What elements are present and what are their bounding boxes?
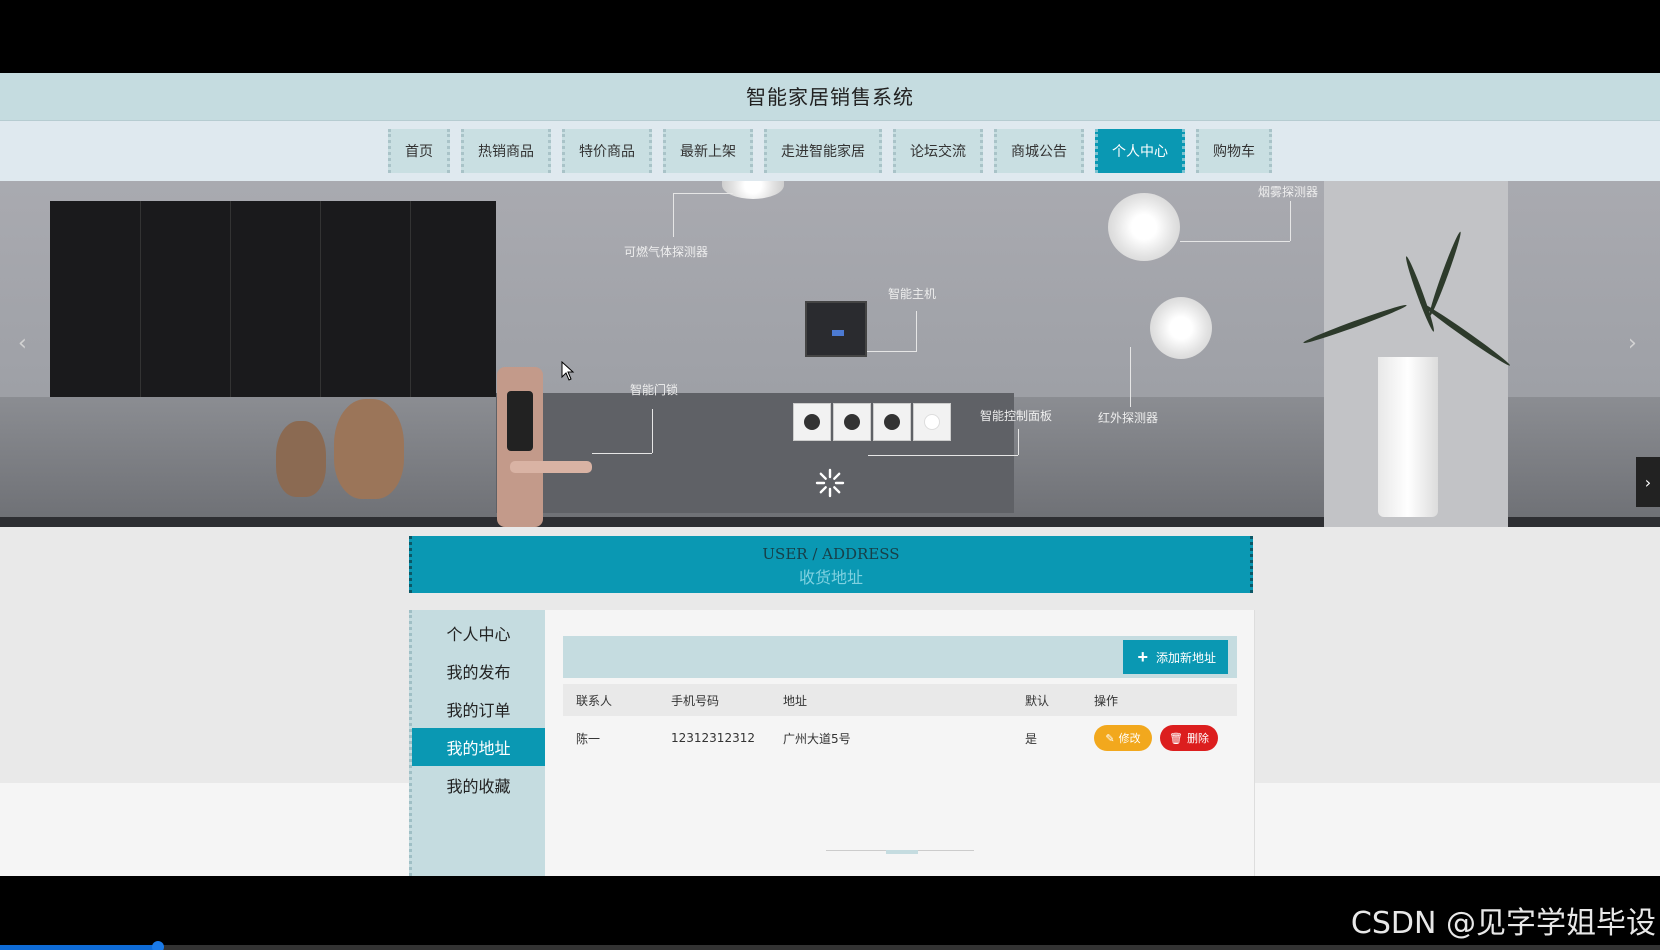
banner-label-host: 智能主机: [888, 287, 937, 301]
vase-image: [334, 399, 404, 499]
cell-phone: 12312312312: [671, 731, 755, 745]
video-progress-knob[interactable]: [152, 941, 164, 950]
banner-label-smoke: 烟雾探测器: [1258, 185, 1319, 199]
banner-label-gas: 可燃气体探测器: [624, 245, 709, 259]
table-row: 陈一 12312312312 广州大道5号 是 ✎ 修改 🗑 删除: [563, 716, 1237, 760]
table-header-row: 联系人 手机号码 地址 默认 操作: [563, 684, 1237, 716]
address-toolbar: + 添加新地址: [563, 636, 1237, 678]
video-progress-bar[interactable]: [0, 941, 1660, 950]
watermark-text: CSDN @见字学姐毕设: [1350, 906, 1656, 941]
switch-image: [793, 403, 831, 441]
account-sidebar: 个人中心 我的发布 我的订单 我的地址 我的收藏: [409, 610, 545, 876]
banner-label-lock: 智能门锁: [630, 383, 679, 397]
switch-image: [873, 403, 911, 441]
address-table: 联系人 手机号码 地址 默认 操作 陈一 12312312312 广州大道5号 …: [563, 684, 1237, 760]
banner-label-infrared: 红外探测器: [1098, 411, 1159, 425]
nav-item-new[interactable]: 最新上架: [663, 129, 753, 173]
cell-contact: 陈一: [576, 731, 601, 746]
section-title-en: USER / ADDRESS: [762, 545, 900, 563]
switch-image: [833, 403, 871, 441]
nav-item-notice[interactable]: 商城公告: [994, 129, 1084, 173]
sidebar-item-favorites[interactable]: 我的收藏: [412, 766, 545, 804]
edit-button[interactable]: ✎ 修改: [1094, 725, 1152, 751]
pagination-current[interactable]: [886, 850, 918, 854]
video-frame: 智能家居销售系统 首页 热销商品 特价商品 最新上架 走进智能家居 论坛交流 商…: [0, 0, 1660, 950]
pagination[interactable]: [826, 850, 974, 854]
delete-label: 删除: [1186, 732, 1209, 745]
carousel-next-button[interactable]: ›: [1636, 457, 1660, 507]
section-title-cn: 收货地址: [798, 568, 863, 587]
video-progress-fill: [0, 945, 158, 950]
col-header-default: 默认: [1025, 693, 1050, 708]
add-address-label: 添加新地址: [1155, 650, 1216, 665]
sidebar-item-orders[interactable]: 我的订单: [412, 690, 545, 728]
nav-item-profile[interactable]: 个人中心: [1095, 129, 1185, 173]
chevron-right-icon[interactable]: ›: [1628, 331, 1637, 356]
smart-lock-image: [497, 367, 543, 527]
switch-image: [913, 403, 951, 441]
add-address-button[interactable]: + 添加新地址: [1123, 640, 1228, 674]
col-header-actions: 操作: [1094, 693, 1119, 708]
title-bar: 智能家居销售系统: [0, 73, 1660, 121]
site-title: 智能家居销售系统: [746, 85, 914, 109]
sidebar-item-posts[interactable]: 我的发布: [412, 652, 545, 690]
nav-item-hot[interactable]: 热销商品: [461, 129, 551, 173]
smoke-detector-image: [1108, 193, 1180, 261]
pencil-icon: ✎: [1105, 731, 1115, 745]
chevron-left-icon[interactable]: ‹: [18, 331, 27, 356]
delete-button[interactable]: 🗑 删除: [1160, 725, 1218, 751]
cell-address: 广州大道5号: [783, 731, 851, 746]
plant-vase-image: [1378, 357, 1438, 517]
banner-label-panel: 智能控制面板: [980, 409, 1053, 423]
nav-item-forum[interactable]: 论坛交流: [893, 129, 983, 173]
infrared-detector-image: [1150, 297, 1212, 359]
address-content: + 添加新地址 联系人 手机号码 地址 默认 操作 陈一 12312312312…: [545, 610, 1255, 876]
web-page: 智能家居销售系统 首页 热销商品 特价商品 最新上架 走进智能家居 论坛交流 商…: [0, 73, 1660, 876]
loading-spinner-icon: [815, 468, 845, 498]
vase-image: [276, 421, 326, 497]
nav-item-sale[interactable]: 特价商品: [562, 129, 652, 173]
cell-default: 是: [1025, 731, 1038, 746]
sidebar-item-address[interactable]: 我的地址: [412, 728, 545, 766]
mouse-cursor-icon: [561, 361, 575, 381]
plus-icon: +: [1137, 647, 1148, 667]
nav-item-home[interactable]: 首页: [388, 129, 450, 173]
nav-item-about[interactable]: 走进智能家居: [764, 129, 882, 173]
nav-item-cart[interactable]: 购物车: [1196, 129, 1272, 173]
section-header: USER / ADDRESS 收货地址: [409, 536, 1253, 593]
lock-handle-image: [510, 461, 592, 473]
banner-carousel[interactable]: 可燃气体探测器 智能主机 烟雾探测器 智能门锁 智能控制面板 红外探测器 ‹ ›…: [0, 181, 1660, 527]
col-header-phone: 手机号码: [671, 693, 720, 708]
trash-icon: 🗑: [1169, 731, 1183, 745]
edit-label: 修改: [1118, 732, 1141, 745]
banner-cabinet: [50, 201, 496, 397]
col-header-address: 地址: [783, 693, 808, 708]
sidebar-item-profile[interactable]: 个人中心: [412, 614, 545, 652]
smart-host-image: [805, 301, 867, 357]
col-header-contact: 联系人: [576, 693, 613, 708]
main-nav: 首页 热销商品 特价商品 最新上架 走进智能家居 论坛交流 商城公告 个人中心 …: [0, 121, 1660, 181]
